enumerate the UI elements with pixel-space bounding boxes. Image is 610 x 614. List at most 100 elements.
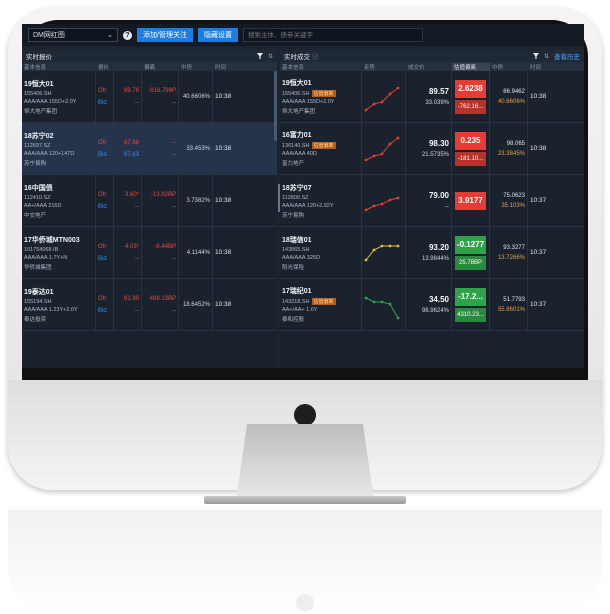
quote-side: Ofr Bid bbox=[96, 123, 114, 174]
trade-time: 10:37 bbox=[530, 197, 547, 204]
quote-row[interactable]: 18苏宁02 112697.SZ AAA/AAA 120+147D 苏宁易购 O… bbox=[22, 123, 277, 175]
quote-deviation: -13.82BP -- bbox=[142, 175, 179, 226]
deviation-tag: 估值偏离 bbox=[311, 142, 336, 149]
zz-yield: 13.7266% bbox=[497, 254, 525, 261]
deviation-badge: 2.6238 bbox=[455, 79, 486, 98]
col-deviation[interactable]: 估值偏离 bbox=[452, 62, 490, 71]
quote-side: Ofr Bid bbox=[96, 227, 114, 278]
col-time[interactable]: 时间 bbox=[528, 63, 546, 71]
quote-row[interactable]: 19恒大01 155406.SH AAA/AAA 155D+2.0Y 恒大地产集… bbox=[22, 71, 277, 123]
col-basic[interactable]: 基本信息 bbox=[280, 63, 338, 71]
scrollbar[interactable] bbox=[274, 71, 277, 141]
quote-row[interactable]: 16中国债 112410.SZ AA+/AAA 216D 中交地产 Ofr Bi… bbox=[22, 175, 277, 227]
bond-info: 18苏宁02 112697.SZ AAA/AAA 120+147D 苏宁易购 bbox=[22, 123, 96, 174]
zz-value: 86.9462 40.6606% bbox=[490, 71, 528, 122]
bond-issuer: 恒大地产集团 bbox=[24, 108, 58, 115]
bid-label: Bid bbox=[98, 203, 107, 210]
col-quote[interactable]: 报价 bbox=[96, 63, 114, 71]
zz-price: 51.7793 bbox=[503, 296, 525, 303]
trade-row[interactable]: 17瑞纪01 143218.SH 估值偏离 AA+/AA+ 1.6Y 泰和控股 3… bbox=[280, 279, 584, 331]
trade-price: 79.00 -- bbox=[406, 175, 452, 226]
col-price[interactable]: 成交价 bbox=[406, 63, 452, 71]
trade-row[interactable]: 16富力01 136140.SH 估值偏离 AAA/AAA 40D 富力地产 98… bbox=[280, 123, 584, 175]
ofr-price: 81.99 bbox=[123, 295, 139, 302]
bond-code: 136140.SH bbox=[282, 142, 310, 149]
bid-price: -- bbox=[135, 99, 139, 106]
trade-row[interactable]: 19恒大01 155406.SH 估值偏离 AAA/AAA 155D+2.0Y 恒… bbox=[280, 71, 584, 123]
price-yield: 13.9844% bbox=[421, 256, 449, 262]
bid-label: Bid bbox=[98, 255, 107, 262]
quote-row[interactable]: 19泰达01 155194.SH AAA/AAA 1.23Y+2.0Y 泰达投资… bbox=[22, 279, 277, 331]
quote-price: 89.76 -- bbox=[114, 71, 142, 122]
quote-panel-header: 实时报价 ⇅ bbox=[22, 50, 277, 62]
trade-column-headers: 基本信息 走势 成交价 估值偏离 中债 时间 bbox=[280, 62, 584, 71]
trade-price: 34.50 98.9624% bbox=[406, 279, 452, 330]
trend-sparkline bbox=[362, 227, 406, 278]
col-time[interactable]: 时间 bbox=[213, 63, 239, 71]
quote-time: 10:38 bbox=[215, 93, 232, 100]
sort-icon[interactable]: ⇅ bbox=[544, 53, 549, 60]
deviation-cell: -17.2... 4310.23... bbox=[452, 279, 490, 330]
panel-splitter[interactable] bbox=[278, 184, 280, 212]
info-icon[interactable]: ⓘ bbox=[312, 54, 319, 61]
deviation-badge: -0.1277 bbox=[455, 235, 486, 254]
bond-code: 112410.SZ bbox=[24, 194, 51, 201]
search-input[interactable] bbox=[242, 28, 423, 42]
bond-rating: AAA/AAA 120+2.92Y bbox=[282, 202, 334, 209]
col-basic[interactable]: 基本信息 bbox=[22, 63, 96, 71]
quote-price: 87.88 87.63 bbox=[114, 123, 142, 174]
sparkline-chart bbox=[364, 296, 400, 319]
quote-deviation: 489.13BP -- bbox=[142, 279, 179, 330]
col-zz[interactable]: 中债 bbox=[179, 63, 213, 71]
bid-deviation: -- bbox=[172, 255, 176, 262]
bond-issuer: 恒大地产集团 bbox=[282, 109, 316, 115]
trade-row[interactable]: 18瑞信01 143865.SH AAA/AAA 325D 阳光保险 93.20… bbox=[280, 227, 584, 279]
ofr-deviation: 489.13BP bbox=[149, 295, 176, 302]
quote-time: 10:38 bbox=[215, 145, 232, 152]
select-value: DM网红图 bbox=[33, 32, 65, 39]
add-watch-button[interactable]: 添加/管理关注 bbox=[137, 28, 193, 42]
sort-icon[interactable]: ⇅ bbox=[268, 53, 273, 60]
col-deviation[interactable]: 偏离 bbox=[142, 63, 179, 71]
help-icon[interactable]: ? bbox=[123, 30, 132, 40]
trade-row[interactable]: 18苏宁07 112800.SZ AAA/AAA 120+2.92Y 苏宁易购 … bbox=[280, 175, 584, 227]
deviation-tag: 估值偏离 bbox=[311, 298, 336, 305]
trend-sparkline bbox=[362, 279, 406, 330]
ofr-deviation: -816.798P bbox=[148, 87, 176, 94]
zz-value: 93.3277 13.7266% bbox=[490, 227, 528, 278]
quote-side: Ofr Bid bbox=[96, 279, 114, 330]
bid-label: Bid bbox=[98, 307, 107, 314]
quote-price: 3.60* -- bbox=[114, 175, 142, 226]
bond-name: 19恒大01 bbox=[24, 80, 54, 88]
bond-rating: AAA/AAA 40D bbox=[282, 151, 317, 157]
bid-price: -- bbox=[135, 307, 139, 314]
filter-icon[interactable] bbox=[256, 53, 263, 59]
price-value: 93.20 bbox=[428, 243, 449, 252]
deviation-cell: 2.6238 -762.16... bbox=[452, 71, 490, 122]
watchlist-select[interactable]: DM网红图 ⌄ bbox=[28, 28, 118, 42]
price-yield: 21.5735% bbox=[421, 152, 449, 158]
deviation-bp: 25.78BP bbox=[455, 255, 486, 270]
bid-deviation: -- bbox=[172, 307, 176, 314]
ofr-label: Ofr bbox=[98, 243, 107, 250]
monitor-stand-base bbox=[204, 496, 406, 504]
trade-price: 98.30 21.5735% bbox=[406, 123, 452, 174]
ofr-deviation: -13.82BP bbox=[150, 191, 176, 198]
panel-title: 实时成交 bbox=[284, 54, 310, 61]
settings-button[interactable]: 隐藏设置 bbox=[197, 28, 238, 42]
quote-column-headers: 基本信息 报价 偏离 中债 时间 bbox=[22, 62, 277, 71]
bond-issuer: 富力地产 bbox=[282, 161, 305, 167]
col-trend[interactable]: 走势 bbox=[362, 63, 406, 71]
bond-code: 143218.SH bbox=[282, 298, 310, 305]
monitor-stand bbox=[236, 424, 374, 500]
deviation-badge: 3.9177 bbox=[455, 191, 486, 210]
zz-yield: 55.8601% bbox=[497, 306, 525, 313]
col-zz[interactable]: 中债 bbox=[490, 63, 528, 71]
ofr-label: Ofr bbox=[98, 87, 107, 94]
deviation-cell: -0.1277 25.78BP bbox=[452, 227, 490, 278]
quote-time: 10:38 bbox=[215, 249, 232, 256]
bond-issuer: 苏宁易购 bbox=[24, 160, 47, 167]
quote-row[interactable]: 17华侨城MTN003 101754068.IB AAA/AAA 1.7Y+N … bbox=[22, 227, 277, 279]
history-link[interactable]: 查看历史 bbox=[554, 51, 580, 61]
filter-icon[interactable] bbox=[532, 53, 539, 59]
